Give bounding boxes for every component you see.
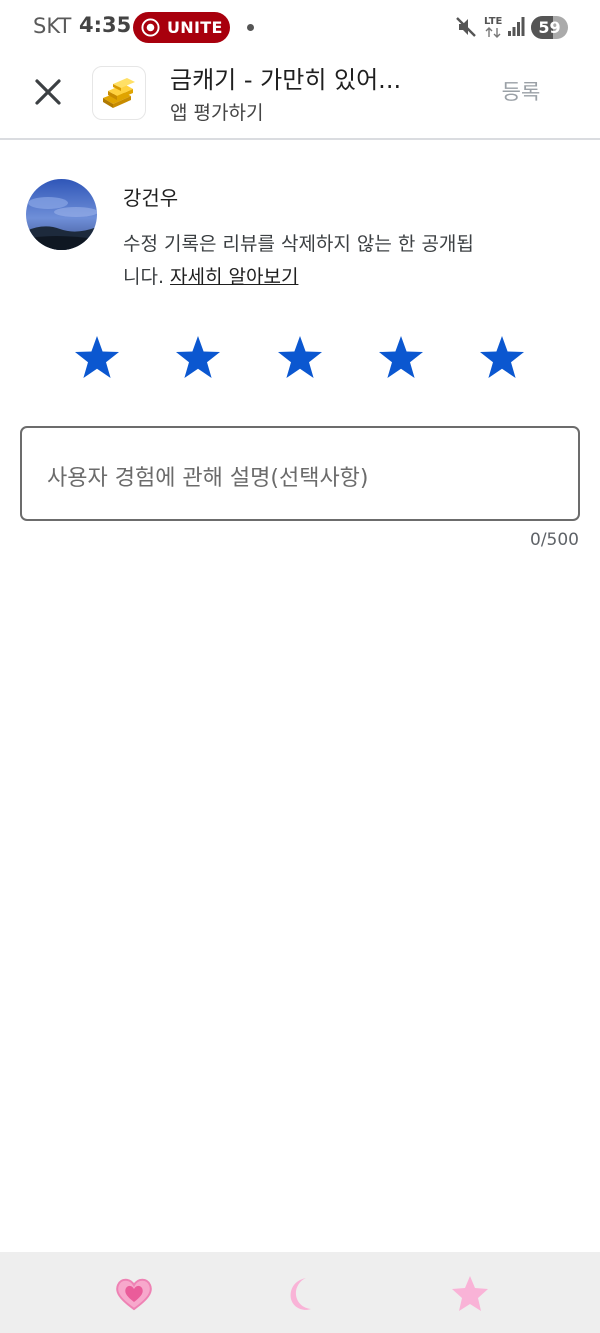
clock: 4:35 bbox=[79, 13, 132, 37]
unite-label: UNITE bbox=[167, 18, 223, 37]
review-screen: SKT 4:35 UNITE LTE 59 금캐기 - 가만히 있어... 앱 … bbox=[0, 0, 600, 1333]
learn-more-link[interactable]: 자세히 알아보기 bbox=[170, 266, 298, 288]
app-icon bbox=[92, 66, 146, 120]
avatar bbox=[26, 179, 97, 250]
user-name: 강건우 bbox=[123, 186, 179, 210]
lte-text: LTE bbox=[484, 16, 503, 27]
rating-star-4[interactable] bbox=[377, 334, 425, 382]
heart-icon[interactable] bbox=[112, 1272, 156, 1316]
record-icon bbox=[141, 18, 160, 37]
rating-star-5[interactable] bbox=[478, 334, 526, 382]
review-input[interactable]: 사용자 경험에 관해 설명(선택사항) bbox=[20, 426, 580, 521]
star-icon[interactable] bbox=[448, 1272, 492, 1316]
carrier-label: SKT bbox=[33, 14, 72, 38]
character-counter: 0/500 bbox=[530, 530, 579, 550]
moon-icon[interactable] bbox=[279, 1272, 323, 1316]
signal-icon bbox=[508, 17, 525, 36]
mute-icon bbox=[456, 17, 476, 37]
review-placeholder: 사용자 경험에 관해 설명(선택사항) bbox=[47, 466, 369, 491]
battery-indicator: 59 bbox=[531, 16, 568, 39]
star-rating bbox=[0, 334, 600, 386]
close-icon[interactable] bbox=[28, 72, 68, 112]
gold-bars-icon bbox=[103, 78, 135, 108]
submit-button[interactable]: 등록 bbox=[493, 76, 549, 108]
app-title: 금캐기 - 가만히 있어... bbox=[170, 66, 402, 94]
status-bar: SKT 4:35 UNITE LTE 59 bbox=[0, 0, 600, 56]
page-subtitle: 앱 평가하기 bbox=[170, 102, 264, 124]
edit-history-notice: 수정 기록은 리뷰를 삭제하지 않는 한 공개됩니다. 자세히 알아보기 bbox=[123, 228, 483, 294]
bottom-nav-bar bbox=[0, 1252, 600, 1333]
notification-dot-icon bbox=[247, 24, 254, 31]
app-bar: 금캐기 - 가만히 있어... 앱 평가하기 등록 bbox=[0, 56, 600, 140]
rating-star-2[interactable] bbox=[174, 334, 222, 382]
rating-star-3[interactable] bbox=[276, 334, 324, 382]
unite-badge[interactable]: UNITE bbox=[133, 12, 230, 43]
battery-text: 59 bbox=[538, 18, 561, 37]
lte-icon: LTE bbox=[484, 16, 503, 38]
rating-star-1[interactable] bbox=[73, 334, 121, 382]
avatar-image bbox=[26, 179, 97, 250]
